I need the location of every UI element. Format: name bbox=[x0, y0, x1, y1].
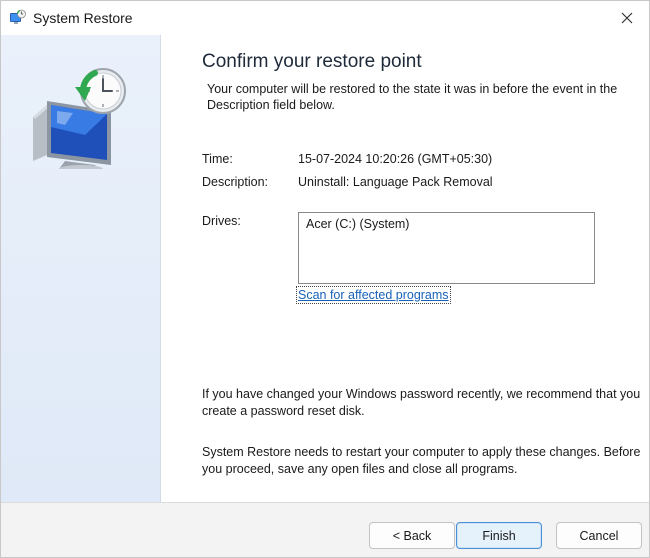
restart-note: System Restore needs to restart your com… bbox=[202, 445, 641, 476]
system-restore-icon bbox=[10, 9, 26, 24]
system-restore-window: System Restore Confirm your restore poin… bbox=[0, 0, 650, 558]
finish-button[interactable]: Finish bbox=[456, 522, 542, 549]
drive-item[interactable]: Acer (C:) (System) bbox=[306, 217, 587, 231]
description-label: Description: bbox=[202, 175, 268, 189]
drives-label: Drives: bbox=[202, 214, 241, 228]
footer-bar: < Back Finish Cancel bbox=[1, 502, 649, 557]
window-title: System Restore bbox=[33, 10, 133, 26]
close-icon bbox=[621, 12, 633, 24]
side-panel bbox=[1, 35, 161, 502]
page-title: Confirm your restore point bbox=[202, 51, 422, 72]
back-button[interactable]: < Back bbox=[369, 522, 455, 549]
drives-list[interactable]: Acer (C:) (System) bbox=[298, 212, 595, 284]
scan-affected-programs-link[interactable]: Scan for affected programs bbox=[296, 286, 451, 304]
time-label: Time: bbox=[202, 152, 233, 166]
description-value: Uninstall: Language Pack Removal bbox=[298, 175, 493, 189]
close-button[interactable] bbox=[605, 1, 649, 35]
time-value: 15-07-2024 10:20:26 (GMT+05:30) bbox=[298, 152, 493, 166]
intro-text: Your computer will be restored to the st… bbox=[207, 82, 618, 112]
password-note: If you have changed your Windows passwor… bbox=[202, 387, 641, 418]
content-area: Confirm your restore point Your computer… bbox=[161, 35, 649, 502]
title-bar[interactable]: System Restore bbox=[1, 1, 649, 35]
cancel-button[interactable]: Cancel bbox=[556, 522, 642, 549]
system-restore-monitor-clock-icon bbox=[33, 68, 126, 169]
